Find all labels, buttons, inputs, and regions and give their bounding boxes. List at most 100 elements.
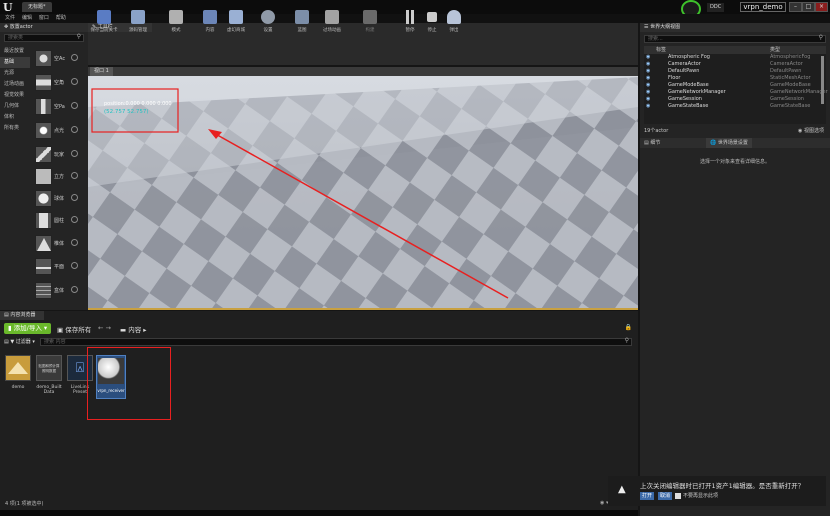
ddc-label: DDC — [707, 3, 725, 12]
content-button[interactable]: 内容 — [196, 10, 224, 40]
search-icon: ⚲ — [818, 34, 823, 41]
eye-icon[interactable]: ◉ — [646, 103, 650, 110]
history-arrows[interactable]: ← → — [98, 324, 111, 332]
category-basic[interactable]: 基础 — [0, 57, 30, 68]
content-search-input[interactable]: 搜索 内容 ⚲ — [40, 338, 632, 346]
actor-plane[interactable]: 平面 — [33, 256, 79, 278]
content-browser-tab[interactable]: ▤ 内容浏览器 — [0, 311, 44, 320]
asset-demo-built-data[interactable]: 贴图和预计算照明数据 demo_Built Data — [36, 355, 62, 395]
info-icon[interactable] — [71, 150, 78, 157]
eye-icon[interactable]: ◉ — [646, 61, 650, 68]
eye-icon[interactable]: ◉ — [646, 68, 650, 75]
path-breadcrumb[interactable]: ▬ 内容 ▸ — [120, 324, 147, 334]
menu-help[interactable]: 帮助 — [56, 14, 66, 23]
lock-icon[interactable]: 🔒 — [625, 324, 632, 331]
eye-icon[interactable]: ◉ — [646, 89, 650, 96]
add-import-button[interactable]: ▮ 添加/导入 ▾ — [4, 323, 52, 334]
actor-empty-pawn[interactable]: 空Pa — [33, 96, 79, 118]
open-button[interactable]: 打开 — [640, 492, 655, 500]
details-tab[interactable]: ▤ 细节 — [644, 138, 660, 148]
world-outliner-tab[interactable]: ☰ 世界大纲视图 — [640, 23, 830, 32]
class-search-input[interactable]: 搜索类 ⚲ — [4, 34, 84, 42]
category-volumes[interactable]: 体积 — [0, 112, 30, 123]
level-tab[interactable]: 无标题* — [22, 2, 52, 12]
info-icon[interactable] — [71, 78, 78, 85]
outliner-row[interactable]: ◉ DefaultPawn DefaultPawn — [644, 68, 826, 75]
category-all-classes[interactable]: 所有类 — [0, 123, 30, 134]
outliner-row[interactable]: ◉ Floor StaticMeshActor — [644, 75, 826, 82]
category-geometry[interactable]: 几何体 — [0, 101, 30, 112]
column-type[interactable]: 类型 — [770, 46, 780, 54]
cylinder-icon — [35, 212, 52, 229]
category-lights[interactable]: 光源 — [0, 68, 30, 79]
minimize-button[interactable]: – — [789, 2, 802, 12]
eye-icon[interactable]: ◉ — [646, 54, 650, 61]
filter-bar: ▤ ▼ 过滤器 ▾ 搜索 内容 ⚲ — [0, 338, 638, 347]
actor-empty-actor[interactable]: 空Ac — [33, 48, 79, 70]
info-icon[interactable] — [71, 172, 78, 179]
cancel-button[interactable]: 取消 — [658, 492, 673, 500]
build-button[interactable]: 构建 — [356, 10, 384, 40]
eye-icon[interactable]: ◉ — [646, 96, 650, 103]
save-all-button[interactable]: ▣ 保存所有 — [57, 324, 91, 334]
cinematics-button[interactable]: 过场动画 — [318, 10, 346, 40]
menu-edit[interactable]: 编辑 — [22, 14, 32, 23]
info-icon[interactable] — [71, 262, 78, 269]
eject-icon — [447, 10, 461, 24]
actor-cube[interactable]: 立方 — [33, 166, 79, 188]
info-icon[interactable] — [71, 239, 78, 246]
viewport[interactable]: position:0.000 0.000 0.000 (52.757 52.75… — [88, 67, 638, 308]
outliner-list: ◉ Atmospheric Fog AtmosphericFog ◉ CameraAc… — [644, 54, 828, 124]
maximize-button[interactable]: □ — [802, 2, 815, 12]
column-label[interactable]: 标签 — [656, 46, 666, 54]
actor-player-start[interactable]: 玩家 — [33, 144, 79, 166]
menu-file[interactable]: 文件 — [5, 14, 15, 23]
outliner-row[interactable]: ◉ GameNetworkManager GameNetworkManager — [644, 89, 828, 96]
blueprints-button[interactable]: 蓝图 — [288, 10, 316, 40]
menu-window[interactable]: 窗口 — [39, 14, 49, 23]
outliner-row[interactable]: ◉ GameSession GameSession — [644, 96, 826, 103]
outliner-row[interactable]: ◉ GameStateBase GameStateBase — [644, 103, 826, 110]
actor-sphere[interactable]: 球体 — [33, 188, 79, 210]
row-type: GameStateBase — [770, 103, 811, 109]
dont-show-checkbox[interactable] — [675, 493, 681, 499]
info-icon[interactable] — [71, 126, 78, 133]
outliner-search-input[interactable]: 搜索... ⚲ — [644, 35, 826, 43]
eye-icon[interactable]: ◉ — [646, 82, 650, 89]
outliner-row[interactable]: ◉ Atmospheric Fog AtmosphericFog — [644, 54, 826, 61]
world-settings-tab-label: 世界场景设置 — [717, 140, 748, 146]
info-icon[interactable] — [71, 286, 78, 293]
place-actors-tab[interactable]: ✥ 放置actor — [0, 23, 88, 32]
eye-icon[interactable]: ◉ — [646, 75, 650, 82]
row-type: AtmosphericFog — [770, 54, 811, 60]
actor-empty-character[interactable]: 空角 — [33, 72, 79, 94]
view-options-button[interactable]: ◉ 视图选项 — [798, 126, 824, 136]
marketplace-button[interactable]: 虚幻商城 — [222, 10, 250, 40]
info-icon[interactable] — [71, 102, 78, 109]
category-visual-effects[interactable]: 视觉效果 — [0, 90, 30, 101]
eject-button[interactable]: 弹出 — [440, 10, 468, 40]
category-recent[interactable]: 最近放置 — [0, 46, 30, 57]
source-control-button[interactable]: 源码管理 — [124, 10, 152, 40]
actor-cone[interactable]: 椎体 — [33, 233, 79, 255]
sphere-icon — [35, 190, 52, 207]
asset-demo[interactable]: demo — [5, 355, 31, 395]
category-cinematic[interactable]: 过场动画 — [0, 79, 30, 90]
actor-point-light[interactable]: 点光 — [33, 120, 79, 142]
save-current-level-button[interactable]: 保存当前关卡 — [90, 10, 118, 40]
close-button[interactable]: × — [815, 2, 828, 12]
actor-cylinder[interactable]: 圆柱 — [33, 210, 79, 232]
outliner-row[interactable]: ◉ CameraActor CameraActor — [644, 61, 826, 68]
outliner-row[interactable]: ◉ GameModeBase GameModeBase — [644, 82, 826, 89]
filters-button[interactable]: ▤ ▼ 过滤器 ▾ — [4, 338, 35, 347]
world-settings-tab[interactable]: 🌐 世界场景设置 — [706, 138, 752, 148]
modes-button[interactable]: 模式 — [162, 10, 190, 40]
info-icon[interactable] — [71, 216, 78, 223]
viewport-tab[interactable]: 视口 1 — [88, 67, 638, 76]
actor-box[interactable]: 盒体 — [33, 280, 79, 302]
outliner-scrollbar[interactable] — [821, 56, 824, 104]
settings-button[interactable]: 设置 — [254, 10, 282, 40]
content-icon — [203, 10, 217, 24]
info-icon[interactable] — [71, 54, 78, 61]
info-icon[interactable] — [71, 194, 78, 201]
